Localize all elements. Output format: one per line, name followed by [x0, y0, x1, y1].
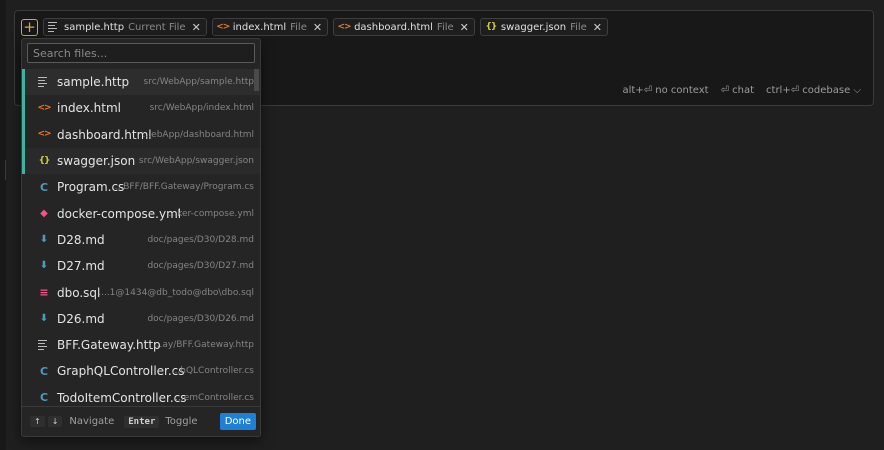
file-list-item[interactable]: ≡ dbo.sql ....1@1434@db_todo@dbo\dbo.sql [22, 279, 260, 305]
file-list-item[interactable]: BFF.Gateway.http ...ay/BFF.Gateway.http [22, 332, 260, 358]
context-chip-row: + sample.http Current File ✕ <> index.html Fi… [21, 18, 609, 36]
down-key: ↓ [47, 416, 63, 427]
chip-tag: File [290, 21, 307, 33]
up-key: ↑ [30, 416, 45, 427]
file-list: sample.http src/WebApp/sample.http <> index… [22, 69, 260, 411]
file-path: doc/pages/D30/D27.md [147, 261, 254, 272]
file-list-item[interactable]: C Program.cs ...BFF/BFF.Gateway/Program.cs [22, 174, 260, 200]
file-path: src/WebApp/index.html [149, 103, 254, 114]
file-list-item[interactable]: <> dashboard.html ...ebApp/dashboard.html [22, 121, 260, 148]
file-name: dbo.sql [57, 285, 101, 300]
csharp-icon: C [39, 364, 49, 378]
file-path: ...BFF/BFF.Gateway/Program.cs [114, 182, 254, 193]
lines-icon [38, 76, 50, 88]
file-path: ...ebApp/dashboard.html [142, 129, 254, 140]
file-name: docker-compose.yml [57, 206, 182, 221]
file-name: dashboard.html [57, 127, 152, 142]
done-button[interactable]: Done [219, 413, 256, 430]
file-path: doc/pages/D30/D28.md [147, 234, 254, 245]
navigate-label: Navigate [69, 416, 115, 427]
file-path: ...ay/BFF.Gateway.http [153, 340, 254, 351]
add-context-button[interactable]: + [21, 18, 38, 36]
lines-icon [48, 21, 60, 33]
close-icon[interactable]: ✕ [460, 21, 469, 34]
file-name: GraphQLController.cs [57, 364, 185, 379]
lines-icon [38, 339, 50, 351]
json-icon: {} [485, 21, 497, 32]
file-list-item[interactable]: ◆ docker-compose.yml ...ker-compose.yml [22, 200, 260, 226]
chip-tag: File [436, 21, 454, 33]
enter-key: Enter [124, 415, 160, 428]
file-picker-dropdown: sample.http src/WebApp/sample.http <> index… [21, 38, 261, 437]
codebase-hint[interactable]: ctrl+⏎ codebase ⌵ [766, 85, 861, 96]
toggle-label: Toggle [165, 416, 198, 427]
file-list-item[interactable]: ⬇ D27.md doc/pages/D30/D27.md [22, 253, 260, 279]
file-list-item[interactable]: C GraphQLController.cs ...hQLController.cs [22, 358, 260, 384]
gutter-marker [5, 160, 6, 180]
json-icon: {} [38, 155, 51, 166]
submit-hints: alt+⏎ no context ⏎ chat ctrl+⏎ codebase … [622, 85, 861, 96]
search-input[interactable] [27, 43, 255, 63]
context-chip[interactable]: sample.http Current File ✕ [43, 18, 207, 36]
chip-name: dashboard.html [354, 21, 433, 33]
list-scrollbar[interactable] [254, 69, 259, 91]
chat-hint[interactable]: ⏎ chat [721, 85, 754, 96]
context-chips: sample.http Current File ✕ <> index.html File… [43, 18, 609, 36]
chip-tag: File [570, 21, 587, 33]
file-name: index.html [57, 101, 121, 116]
chip-tag: Current File [128, 21, 186, 33]
file-name: D27.md [57, 259, 105, 274]
file-name: swagger.json [57, 154, 136, 169]
database-icon: ≡ [39, 286, 49, 300]
html-icon: <> [37, 102, 51, 113]
context-chip[interactable]: <> dashboard.html File ✕ [333, 18, 475, 36]
editor-gutter [0, 0, 6, 450]
chip-name: swagger.json [500, 21, 567, 33]
close-icon[interactable]: ✕ [313, 21, 322, 34]
file-path: src/WebApp/sample.http [143, 77, 254, 88]
no-context-hint[interactable]: alt+⏎ no context [622, 85, 708, 96]
file-name: TodoItemController.cs [57, 390, 187, 405]
file-name: D28.md [57, 232, 105, 247]
file-path: ...ker-compose.yml [168, 208, 254, 219]
close-icon[interactable]: ✕ [593, 21, 602, 34]
file-path: src/WebApp/swagger.json [138, 156, 254, 167]
markdown-icon: ⬇ [39, 312, 49, 324]
file-list-item[interactable]: sample.http src/WebApp/sample.http [22, 69, 260, 96]
markdown-icon: ⬇ [39, 233, 49, 245]
file-path: ...hQLController.cs [171, 366, 254, 377]
chip-name: sample.http [64, 21, 125, 33]
csharp-icon: C [39, 391, 49, 405]
file-path: ...emController.cs [175, 392, 254, 403]
file-path: doc/pages/D30/D26.md [147, 313, 254, 324]
picker-footer: ↑ ↓ Navigate Enter Toggle Done [22, 406, 260, 436]
context-chip[interactable]: {} swagger.json File ✕ [479, 18, 609, 36]
docker-icon: ◆ [40, 207, 48, 219]
file-list-item[interactable]: <> index.html src/WebApp/index.html [22, 95, 260, 122]
html-icon: <> [216, 21, 230, 32]
chip-name: index.html [232, 21, 287, 33]
html-icon: <> [37, 129, 51, 140]
file-list-item[interactable]: ⬇ D28.md doc/pages/D30/D28.md [22, 227, 260, 253]
file-name: D26.md [57, 311, 105, 326]
html-icon: <> [337, 21, 352, 32]
file-list-item[interactable]: ⬇ D26.md doc/pages/D30/D26.md [22, 306, 260, 332]
markdown-icon: ⬇ [39, 260, 49, 272]
csharp-icon: C [39, 180, 49, 194]
file-list-item[interactable]: {} swagger.json src/WebApp/swagger.json [22, 147, 260, 175]
file-path: ....1@1434@db_todo@dbo\dbo.sql [98, 287, 254, 298]
file-name: BFF.Gateway.http [57, 338, 161, 353]
context-chip[interactable]: <> index.html File ✕ [211, 18, 329, 36]
file-name: sample.http [57, 75, 130, 90]
close-icon[interactable]: ✕ [192, 21, 201, 34]
